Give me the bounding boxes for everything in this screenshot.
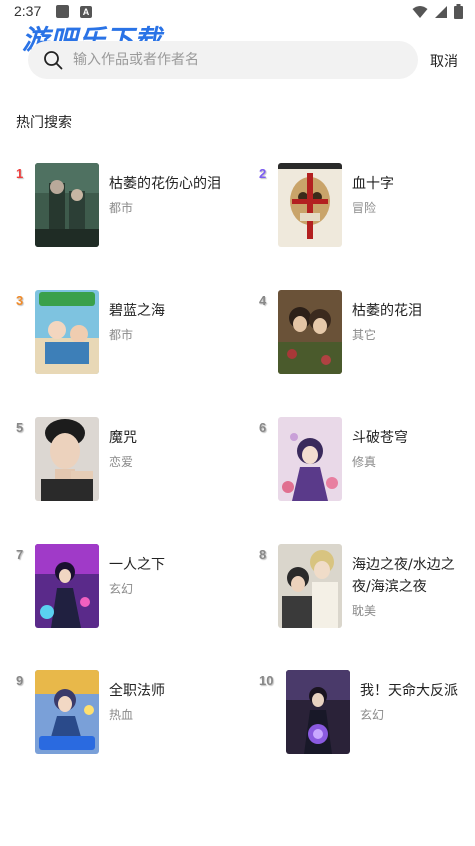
rank-number: 3 xyxy=(16,293,24,308)
notification-letter-icon: A xyxy=(80,6,92,18)
item-genre: 都市 xyxy=(109,201,134,215)
item-title: 枯萎的花伤心的泪 xyxy=(109,176,221,192)
item-title: 斗破苍穹 xyxy=(352,430,408,446)
hot-item-4[interactable]: 4 枯萎的花泪 其它 xyxy=(259,290,469,380)
hot-item-2[interactable]: 2 血十字 冒险 xyxy=(259,163,469,253)
cancel-button[interactable]: 取消 xyxy=(430,51,458,71)
hot-item-7[interactable]: 7 一人之下 玄幻 xyxy=(16,544,226,634)
hot-search-title: 热门搜索 xyxy=(16,115,72,131)
comic-cover[interactable] xyxy=(35,670,99,754)
item-genre: 耽美 xyxy=(352,604,377,618)
hot-item-5[interactable]: 5 魔咒 恋爱 xyxy=(16,417,226,507)
search-input[interactable] xyxy=(73,41,403,79)
rank-number: 6 xyxy=(259,420,267,435)
notification-icon xyxy=(56,5,69,18)
search-icon xyxy=(44,51,63,70)
comic-cover[interactable] xyxy=(35,544,99,628)
rank-number: 7 xyxy=(16,547,24,562)
item-title: 魔咒 xyxy=(109,430,137,446)
item-title: 我！天命大反派 xyxy=(360,683,458,699)
item-genre: 玄幻 xyxy=(109,582,134,596)
item-genre: 其它 xyxy=(352,328,377,342)
status-time: 2:37 xyxy=(14,3,42,19)
rank-number: 10 xyxy=(259,673,274,688)
hot-item-8[interactable]: 8 海边之夜/水边之夜/海滨之夜 耽美 xyxy=(259,544,469,634)
comic-cover[interactable] xyxy=(35,290,99,374)
comic-cover[interactable] xyxy=(286,670,350,754)
rank-number: 2 xyxy=(259,166,267,181)
item-title: 海边之夜/水边之夜/海滨之夜 xyxy=(352,557,455,595)
comic-cover[interactable] xyxy=(35,417,99,501)
wifi-icon xyxy=(412,5,428,18)
item-title: 一人之下 xyxy=(109,557,165,573)
comic-cover[interactable] xyxy=(278,544,342,628)
signal-icon xyxy=(435,5,447,18)
hot-item-10[interactable]: 10 我！天命大反派 玄幻 xyxy=(259,670,469,760)
comic-cover[interactable] xyxy=(278,290,342,374)
hot-item-3[interactable]: 3 碧蓝之海 都市 xyxy=(16,290,226,380)
item-title: 枯萎的花泪 xyxy=(352,303,422,319)
rank-number: 8 xyxy=(259,547,267,562)
battery-icon xyxy=(454,4,463,19)
rank-number: 5 xyxy=(16,420,24,435)
search-box[interactable] xyxy=(28,41,418,79)
comic-cover[interactable] xyxy=(278,417,342,501)
item-title: 碧蓝之海 xyxy=(109,303,165,319)
comic-cover[interactable] xyxy=(278,163,342,247)
status-icons xyxy=(412,4,463,19)
item-genre: 玄幻 xyxy=(360,708,385,722)
rank-number: 4 xyxy=(259,293,267,308)
item-genre: 冒险 xyxy=(352,201,377,215)
hot-item-6[interactable]: 6 斗破苍穹 修真 xyxy=(259,417,469,507)
item-title: 全职法师 xyxy=(109,683,165,699)
item-title: 血十字 xyxy=(352,176,394,192)
rank-number: 1 xyxy=(16,166,24,181)
comic-cover[interactable] xyxy=(35,163,99,247)
rank-number: 9 xyxy=(16,673,24,688)
item-genre: 修真 xyxy=(352,455,377,469)
item-genre: 恋爱 xyxy=(109,455,134,469)
hot-item-9[interactable]: 9 全职法师 热血 xyxy=(16,670,226,760)
hot-item-1[interactable]: 1 枯萎的花伤心的泪 都市 xyxy=(16,163,226,253)
item-genre: 都市 xyxy=(109,328,134,342)
status-bar: 2:37 A xyxy=(0,0,475,24)
item-genre: 热血 xyxy=(109,708,134,722)
